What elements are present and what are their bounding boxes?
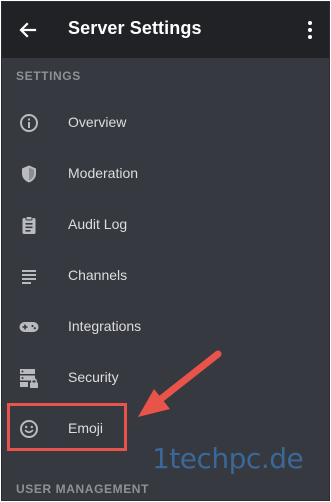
info-circle-icon [18, 112, 40, 134]
menu-item-audit-log[interactable]: Audit Log [2, 201, 329, 251]
app-header: Server Settings [2, 2, 329, 58]
menu-item-overview[interactable]: Overview [2, 99, 329, 149]
list-lines-icon [18, 265, 40, 287]
menu-item-label: Integrations [68, 318, 142, 334]
menu-item-security[interactable]: Security [2, 354, 329, 404]
menu-item-channels[interactable]: Channels [2, 252, 329, 302]
page-title: Server Settings [68, 18, 202, 38]
menu-item-label: Moderation [68, 165, 139, 181]
menu-item-integrations[interactable]: Integrations [2, 303, 329, 353]
watermark-text: 1techpc.de [152, 442, 304, 475]
menu-item-label: Channels [68, 267, 128, 283]
shield-icon [18, 163, 40, 185]
menu-item-moderation[interactable]: Moderation [2, 150, 329, 200]
server-lock-icon [18, 367, 40, 389]
section-header-user-management: USER MANAGEMENT [16, 482, 150, 496]
menu-item-label: Overview [68, 114, 127, 130]
section-header-settings: SETTINGS [16, 69, 81, 83]
gamepad-icon [18, 316, 40, 338]
arrow-left-icon [19, 22, 37, 38]
back-button[interactable] [14, 16, 42, 44]
clipboard-icon [18, 214, 40, 236]
menu-item-label: Audit Log [68, 216, 128, 232]
app-frame: Server Settings SETTINGS Overview Modera… [1, 1, 330, 501]
menu-item-label: Emoji [68, 420, 104, 436]
menu-item-label: Security [68, 369, 119, 385]
more-options-button[interactable] [301, 16, 319, 44]
smile-face-icon [18, 418, 40, 440]
kebab-menu-icon [308, 21, 312, 39]
